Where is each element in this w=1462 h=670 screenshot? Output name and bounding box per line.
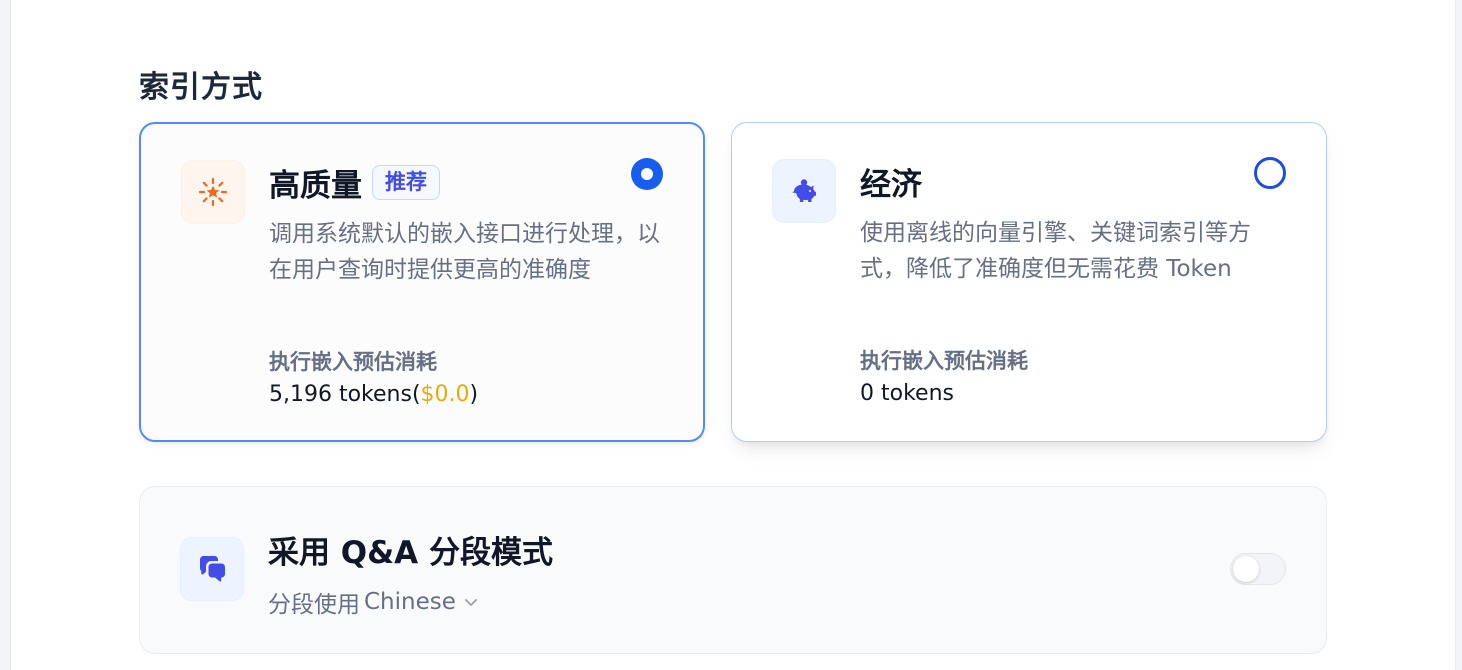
recommended-badge: 推荐 <box>372 165 440 200</box>
chat-bubbles-icon <box>200 556 225 582</box>
option-description: 使用离线的向量引擎、关键词索引等方式，降低了准确度但无需花费 Token <box>860 220 1251 282</box>
card-title-row: 经济 <box>860 159 922 204</box>
option-title: 经济 <box>860 167 922 203</box>
cost-label: 执行嵌入预估消耗 <box>860 349 1028 373</box>
cost-tokens: 5,196 tokens( <box>269 382 421 407</box>
chevron-down-icon <box>464 599 477 606</box>
cost-value: 5,196 tokens($0.0) <box>269 382 478 407</box>
radio-high-quality[interactable] <box>631 158 663 190</box>
radio-economy[interactable] <box>1254 157 1286 189</box>
index-option-economy[interactable]: 经济 使用离线的向量引擎、关键词索引等方式，降低了准确度但无需花费 Token … <box>731 122 1327 442</box>
qa-mode-title: 采用 Q&A 分段模式 <box>268 535 553 571</box>
cost-close: ) <box>469 382 479 407</box>
dataset-settings-panel: 索引方式 高质量 推荐 调用系统默认的嵌入接口进行处理，以在用户查询时提供更高的… <box>10 0 1456 670</box>
toggle-knob <box>1233 556 1259 582</box>
qa-mode-section: 采用 Q&A 分段模式 分段使用 Chinese <box>139 486 1327 654</box>
piggy-bank-icon <box>792 179 816 202</box>
card-title-row: 高质量 推荐 <box>269 160 440 205</box>
chat-icon-box <box>180 537 244 601</box>
star-icon <box>198 177 228 207</box>
qa-mode-toggle[interactable] <box>1230 553 1286 585</box>
qa-language-select[interactable]: 分段使用 Chinese <box>268 585 482 619</box>
language-prefix: 分段使用 <box>268 592 360 618</box>
section-title: 索引方式 <box>139 70 263 105</box>
option-description: 调用系统默认的嵌入接口进行处理，以在用户查询时提供更高的准确度 <box>269 221 660 283</box>
piggy-bank-icon-box <box>772 159 836 223</box>
cost-label: 执行嵌入预估消耗 <box>269 350 437 374</box>
index-option-high-quality[interactable]: 高质量 推荐 调用系统默认的嵌入接口进行处理，以在用户查询时提供更高的准确度 执… <box>139 122 705 442</box>
star-icon-box <box>181 160 245 224</box>
language-value: Chinese <box>364 589 456 615</box>
cost-price: $0.0 <box>420 382 470 407</box>
cost-value: 0 tokens <box>860 381 954 406</box>
option-title: 高质量 <box>269 168 362 204</box>
